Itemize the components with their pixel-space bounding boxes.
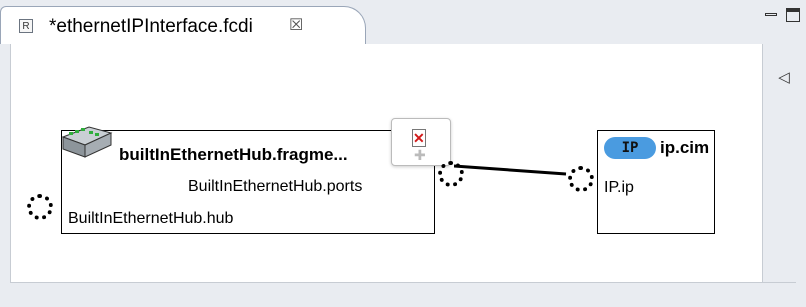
palette-toggle[interactable]: ◁ (769, 66, 799, 90)
delete-icon[interactable] (412, 129, 426, 147)
diagram-canvas[interactable]: builtInEthernetHub.fragme... BuiltInEthe… (10, 44, 762, 282)
editor-tab-bar: R *ethernetIPInterface.fcdi ☒ (0, 0, 806, 44)
ip-cim-node[interactable]: IP ip.cim IP.ip (597, 130, 715, 234)
hub-ports-label: BuiltInEthernetHub.ports (188, 178, 363, 195)
ip-badge: IP (604, 137, 656, 159)
editor-tab[interactable]: R *ethernetIPInterface.fcdi ☒ (0, 6, 366, 44)
ip-node-title: ip.cim (660, 138, 710, 157)
ip-port[interactable] (568, 166, 594, 192)
hub-hub-port[interactable] (27, 194, 53, 220)
palette-panel: ◁ (762, 44, 806, 282)
hub-ports-port[interactable] (438, 161, 464, 187)
minimize-icon[interactable] (764, 8, 778, 22)
hub-node-title: builtInEthernetHub.fragme... (119, 145, 348, 164)
hub-hub-label: BuiltInEthernetHub.hub (68, 210, 234, 227)
diagram-editor: R *ethernetIPInterface.fcdi ☒ builtInEth… (0, 0, 806, 307)
node-action-popup: ✚ (391, 118, 451, 166)
bottom-scrollbar[interactable] (10, 282, 796, 307)
hub-fragment-node[interactable]: builtInEthernetHub.fragme... BuiltInEthe… (61, 126, 435, 234)
maximize-icon[interactable] (786, 8, 800, 22)
plus-icon[interactable]: ✚ (414, 147, 426, 164)
ethernet-hub-icon (61, 126, 113, 158)
tab-title: *ethernetIPInterface.fcdi (49, 16, 253, 37)
ip-port-label: IP.ip (604, 179, 634, 196)
view-controls (764, 8, 800, 22)
resource-icon: R (19, 19, 33, 33)
close-tab-icon[interactable]: ☒ (289, 15, 303, 35)
